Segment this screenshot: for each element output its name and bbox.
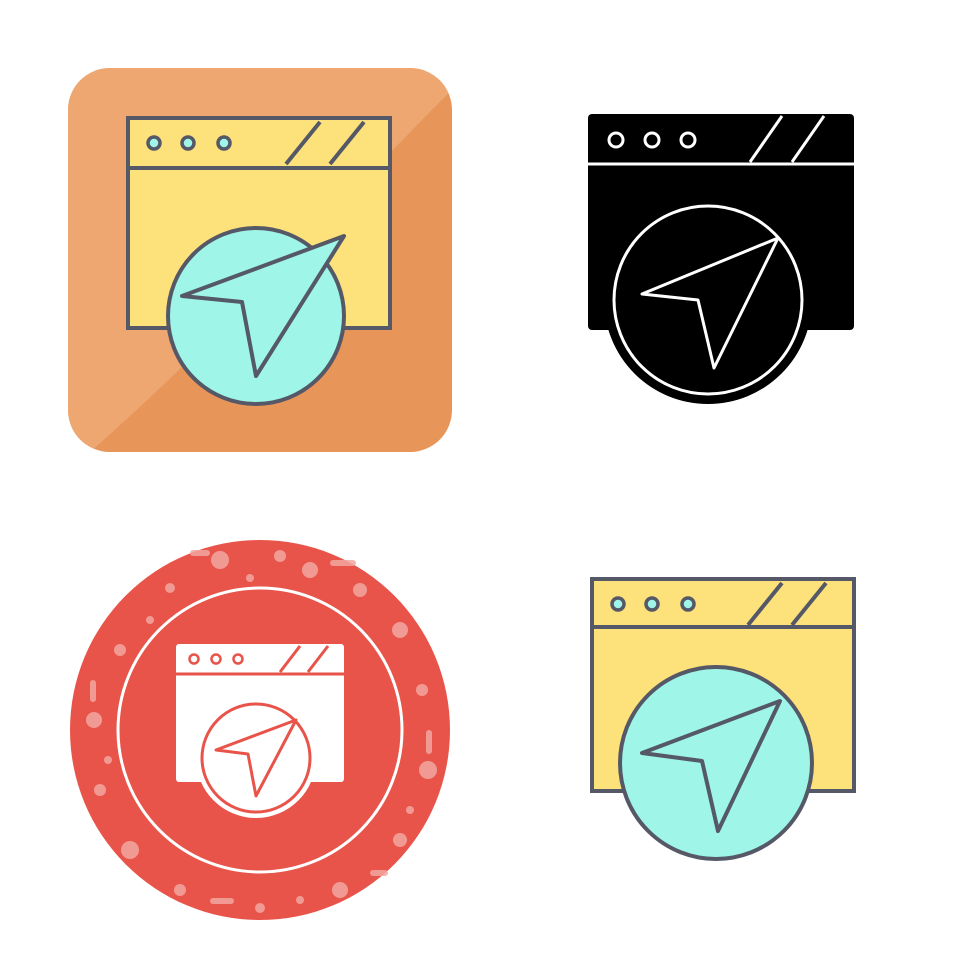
browser-navigation-icon-line [560, 555, 960, 955]
window-dot-icon [610, 596, 626, 612]
browser-navigation-icon [588, 114, 854, 404]
window-dot-icon [180, 135, 196, 151]
browser-navigation-icon-badge [60, 530, 460, 930]
navigation-circle [604, 196, 812, 404]
browser-navigation-icon [70, 540, 450, 920]
icon-set-canvas [0, 0, 980, 980]
window-dot-icon [644, 596, 660, 612]
navigation-circle [196, 698, 316, 818]
browser-navigation-icon [68, 68, 452, 452]
window-dot-icon [680, 596, 696, 612]
browser-navigation-icon-colored [60, 60, 460, 460]
window-dot-icon [146, 135, 162, 151]
browser-navigation-icon [590, 577, 856, 861]
browser-navigation-icon-glyph [560, 90, 960, 490]
window-dot-icon [216, 135, 232, 151]
